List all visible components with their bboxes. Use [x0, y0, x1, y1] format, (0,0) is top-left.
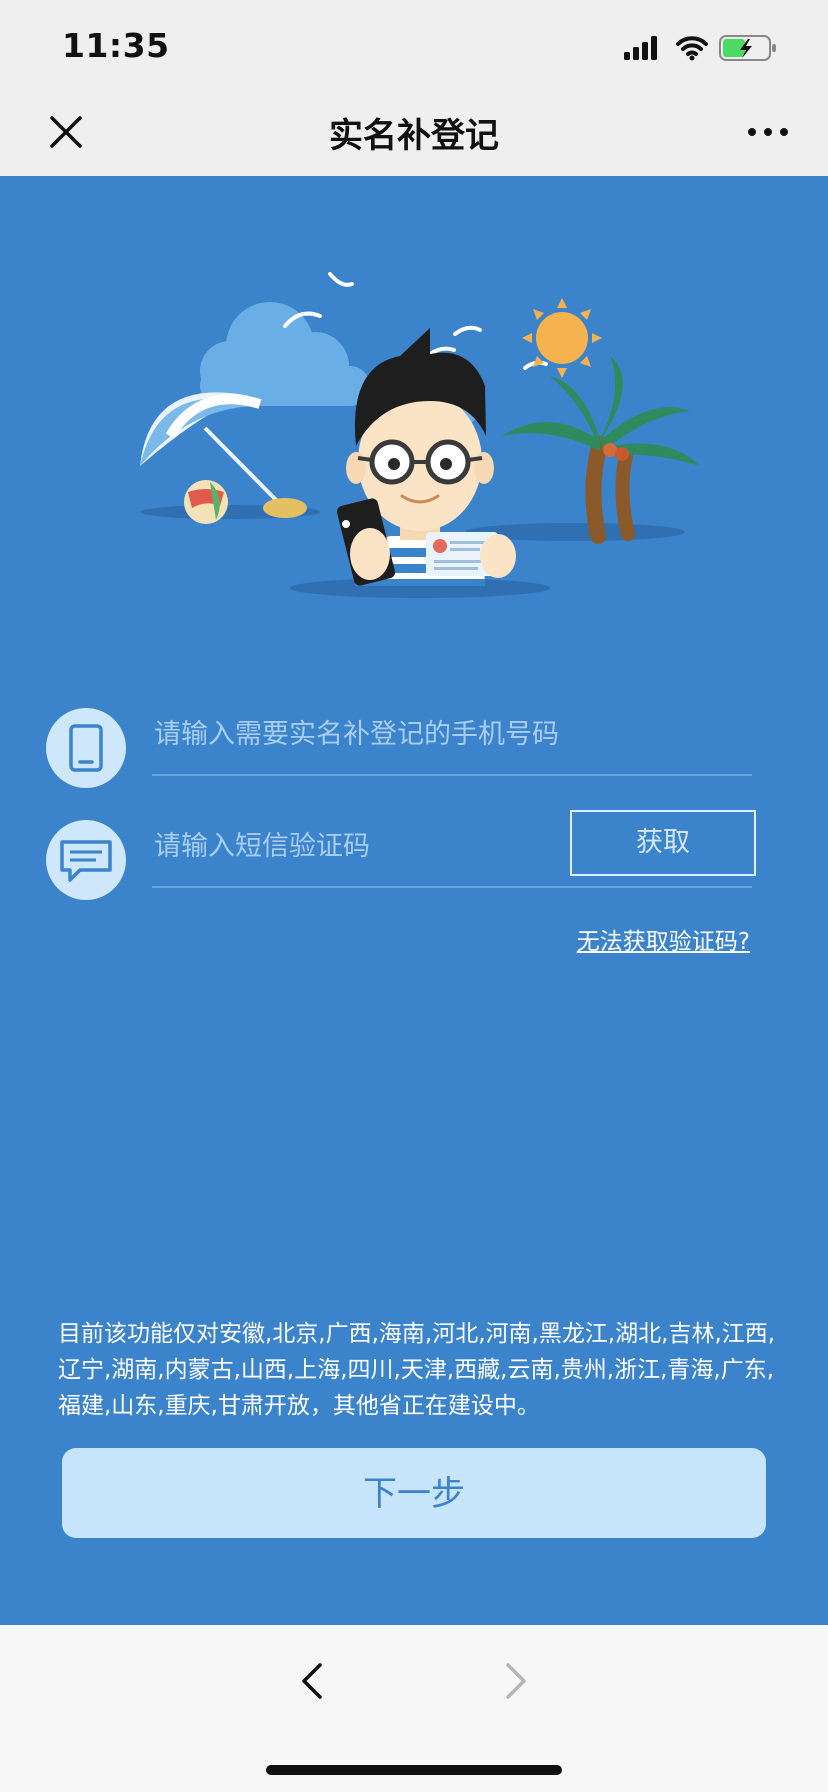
phone-field-icon	[46, 708, 126, 788]
home-indicator	[266, 1765, 562, 1775]
status-icons	[624, 35, 776, 61]
signal-icon	[624, 36, 657, 60]
status-bar: 11:35	[0, 0, 828, 92]
sms-field-icon	[46, 820, 126, 900]
hero-illustration	[140, 272, 700, 598]
forward-arrow-icon[interactable]	[502, 1659, 530, 1703]
main-content: 获取 无法获取验证码? 目前该功能仅对安徽,北京,广西,海南,河北,河南,黑龙江…	[0, 176, 828, 1625]
next-step-button[interactable]: 下一步	[62, 1448, 766, 1538]
phone-icon	[69, 724, 103, 772]
message-icon	[60, 840, 112, 882]
navigation-bar: 实名补登记	[0, 92, 828, 176]
phone-input-row	[152, 694, 752, 776]
battery-icon	[719, 35, 776, 61]
browser-bottom-bar	[0, 1625, 828, 1792]
back-arrow-icon[interactable]	[298, 1659, 326, 1703]
cannot-get-code-link[interactable]: 无法获取验证码?	[577, 922, 750, 956]
more-icon[interactable]	[744, 110, 792, 154]
phone-number-input[interactable]	[152, 708, 736, 760]
sms-input-row: 获取	[152, 806, 756, 888]
get-code-button[interactable]: 获取	[570, 810, 756, 876]
status-time: 11:35	[62, 26, 170, 65]
supported-regions-notice: 目前该功能仅对安徽,北京,广西,海南,河北,河南,黑龙江,湖北,吉林,江西,辽宁…	[58, 1321, 776, 1419]
wifi-icon	[676, 36, 708, 61]
sms-code-input[interactable]	[152, 820, 556, 872]
page-title: 实名补登记	[329, 116, 499, 156]
